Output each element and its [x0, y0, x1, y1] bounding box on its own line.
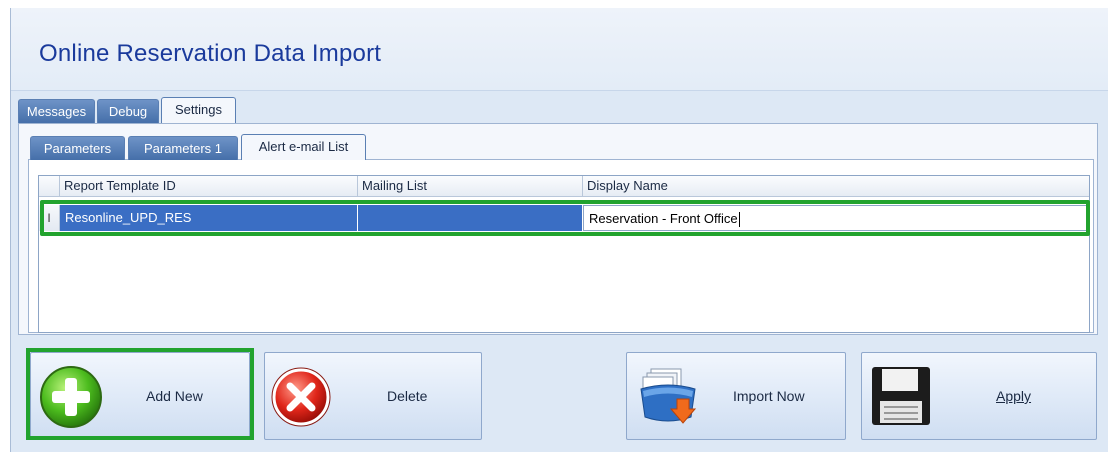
display-name-text: Reservation - Front Office [589, 211, 738, 226]
row-indicator[interactable]: I [39, 205, 60, 231]
plus-circle-icon [40, 366, 102, 428]
cell-mailing-list[interactable] [358, 205, 583, 231]
column-header-report-template-id[interactable]: Report Template ID [60, 176, 358, 196]
tab-parameters[interactable]: Parameters [30, 136, 125, 160]
add-new-button[interactable]: Add New [30, 352, 250, 440]
alert-email-grid: Report Template ID Mailing List Display … [38, 175, 1090, 333]
import-now-label: Import Now [733, 388, 805, 404]
tab-settings[interactable]: Settings [161, 97, 236, 123]
floppy-disk-icon [872, 367, 930, 425]
tab-debug[interactable]: Debug [97, 99, 159, 123]
text-caret [738, 212, 740, 228]
title-band: Online Reservation Data Import [11, 8, 1108, 91]
table-row[interactable]: I Resonline_UPD_RES Reservation - Front … [39, 205, 1089, 231]
delete-button[interactable]: Delete [264, 352, 482, 440]
row-indicator-header [39, 176, 60, 196]
apply-label: Apply [996, 388, 1032, 404]
import-icon [640, 368, 697, 424]
delete-label: Delete [387, 388, 428, 404]
apply-button[interactable]: Apply [861, 352, 1097, 440]
cell-report-template-id[interactable]: Resonline_UPD_RES [60, 205, 358, 231]
column-header-mailing-list[interactable]: Mailing List [358, 176, 583, 196]
tab-messages[interactable]: Messages [18, 99, 95, 123]
window-title: Online Reservation Data Import [39, 40, 382, 67]
delete-x-icon [271, 367, 331, 427]
column-header-display-name[interactable]: Display Name [583, 176, 1089, 196]
import-now-button[interactable]: Import Now [626, 352, 846, 440]
grid-header: Report Template ID Mailing List Display … [39, 176, 1089, 197]
add-new-label: Add New [146, 388, 203, 404]
tab-alert-email-list[interactable]: Alert e-mail List [241, 134, 366, 160]
cell-display-name-editor[interactable]: Reservation - Front Office [583, 205, 1089, 231]
tab-parameters-1[interactable]: Parameters 1 [128, 136, 238, 160]
